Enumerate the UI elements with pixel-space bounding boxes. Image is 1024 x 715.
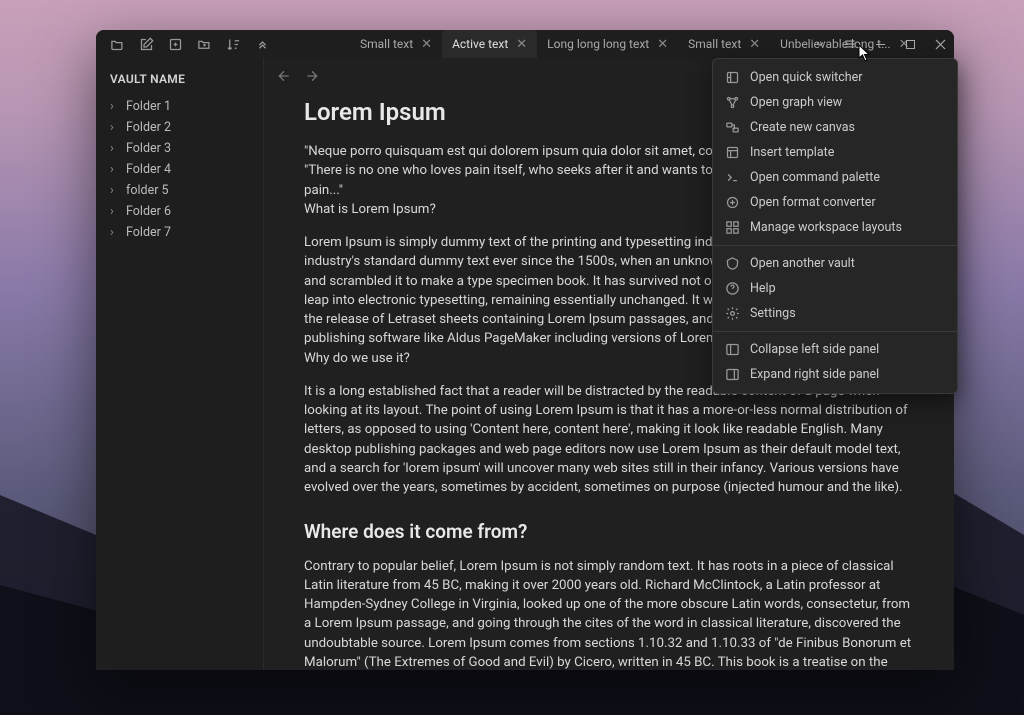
folder-label: Folder 1 <box>126 99 171 114</box>
folder-item[interactable]: › Folder 6 <box>96 201 263 222</box>
tab-close-icon[interactable]: ✕ <box>421 38 432 51</box>
menu-item-label: Open graph view <box>750 95 842 110</box>
menu-item-label: Help <box>750 281 776 296</box>
menu-item[interactable]: Open another vault <box>713 251 957 276</box>
chevron-right-icon: › <box>110 120 120 135</box>
minimize-button[interactable] <box>866 30 894 58</box>
folder-item[interactable]: › Folder 3 <box>96 138 263 159</box>
tab-close-icon[interactable]: ✕ <box>749 38 760 51</box>
tab-label: Active text <box>452 37 508 51</box>
menu-item[interactable]: Open command palette <box>713 165 957 190</box>
menu-item-label: Open another vault <box>750 256 855 271</box>
tab-label: Small text <box>688 37 741 51</box>
canvas-icon <box>725 120 740 135</box>
maximize-button[interactable] <box>896 30 924 58</box>
folder-item[interactable]: › Folder 7 <box>96 222 263 243</box>
tab[interactable]: Long long long text ✕ <box>537 30 678 58</box>
menu-item-label: Open quick switcher <box>750 70 863 85</box>
titlebar: Small text✕Active text✕Long long long te… <box>96 30 954 58</box>
doc-para: It is a long established fact that a rea… <box>304 382 914 498</box>
format-icon <box>725 195 740 210</box>
menu-item[interactable]: Collapse left side panel <box>713 337 957 362</box>
folder-item[interactable]: › folder 5 <box>96 180 263 201</box>
folder-item[interactable]: › Folder 1 <box>96 96 263 117</box>
sidebar: VAULT NAME › Folder 1 › Folder 2 › Folder 3 › F… <box>96 58 264 670</box>
menu-item-label: Open command palette <box>750 170 880 185</box>
menu-item-label: Open format converter <box>750 195 876 210</box>
menu-item[interactable]: Open quick switcher <box>713 65 957 90</box>
folder-open-icon[interactable] <box>110 37 125 52</box>
collapse-left-icon <box>725 342 740 357</box>
folder-label: Folder 2 <box>126 120 171 135</box>
tab[interactable]: Active text ✕ <box>442 30 537 58</box>
tab-label: Small text <box>360 37 413 51</box>
forward-button[interactable] <box>304 68 320 88</box>
menu-item[interactable]: Open format converter <box>713 190 957 215</box>
doc-heading-2: Where does it come from? <box>304 520 914 543</box>
menu-item-label: Manage workspace layouts <box>750 220 902 235</box>
menu-item-label: Insert template <box>750 145 834 160</box>
folder-label: Folder 6 <box>126 204 171 219</box>
menu-item[interactable]: Manage workspace layouts <box>713 215 957 240</box>
new-folder-icon[interactable] <box>197 37 212 52</box>
app-menu-dropdown: Open quick switcher Open graph view Create… <box>712 58 958 394</box>
menu-item[interactable]: Open graph view <box>713 90 957 115</box>
chevron-right-icon: › <box>110 204 120 219</box>
vault-name[interactable]: VAULT NAME <box>96 70 263 96</box>
menu-item-label: Collapse left side panel <box>750 342 879 357</box>
doc-para: Contrary to popular belief, Lorem Ipsum … <box>304 557 914 670</box>
chevron-right-icon: › <box>110 225 120 240</box>
settings-icon <box>725 306 740 321</box>
window-controls <box>806 30 954 58</box>
edit-icon[interactable] <box>139 37 154 52</box>
menu-item-label: Create new canvas <box>750 120 855 135</box>
sort-icon[interactable] <box>226 37 241 52</box>
back-button[interactable] <box>276 68 292 88</box>
menu-item[interactable]: Help <box>713 276 957 301</box>
folder-label: Folder 3 <box>126 141 171 156</box>
menu-item-label: Expand right side panel <box>750 367 879 382</box>
menu-item-label: Settings <box>750 306 796 321</box>
menu-separator <box>713 245 957 246</box>
tab[interactable]: Small text ✕ <box>678 30 770 58</box>
close-button[interactable] <box>926 30 954 58</box>
tab-dropdown-icon[interactable] <box>806 30 834 58</box>
tab-label: Long long long text <box>547 37 649 51</box>
collapse-icon[interactable] <box>255 37 270 52</box>
menu-item[interactable]: Expand right side panel <box>713 362 957 387</box>
folder-item[interactable]: › Folder 4 <box>96 159 263 180</box>
command-icon <box>725 170 740 185</box>
app-window: Small text✕Active text✕Long long long te… <box>96 30 954 670</box>
menu-item[interactable]: Create new canvas <box>713 115 957 140</box>
tab[interactable]: Small text ✕ <box>350 30 442 58</box>
layout-icon <box>725 220 740 235</box>
folder-item[interactable]: › Folder 2 <box>96 117 263 138</box>
folder-label: Folder 7 <box>126 225 171 240</box>
menu-separator <box>713 331 957 332</box>
help-icon <box>725 281 740 296</box>
folder-label: Folder 4 <box>126 162 171 177</box>
tab-close-icon[interactable]: ✕ <box>516 38 527 51</box>
chevron-right-icon: › <box>110 141 120 156</box>
switcher-icon <box>725 70 740 85</box>
new-file-icon[interactable] <box>168 37 183 52</box>
menu-icon[interactable] <box>836 30 864 58</box>
graph-icon <box>725 95 740 110</box>
chevron-right-icon: › <box>110 183 120 198</box>
expand-right-icon <box>725 367 740 382</box>
vault-icon <box>725 256 740 271</box>
chevron-right-icon: › <box>110 99 120 114</box>
template-icon <box>725 145 740 160</box>
toolbar-left <box>96 30 270 58</box>
menu-item[interactable]: Insert template <box>713 140 957 165</box>
folder-label: folder 5 <box>126 183 169 198</box>
menu-item[interactable]: Settings <box>713 301 957 326</box>
chevron-right-icon: › <box>110 162 120 177</box>
tab-close-icon[interactable]: ✕ <box>657 38 668 51</box>
